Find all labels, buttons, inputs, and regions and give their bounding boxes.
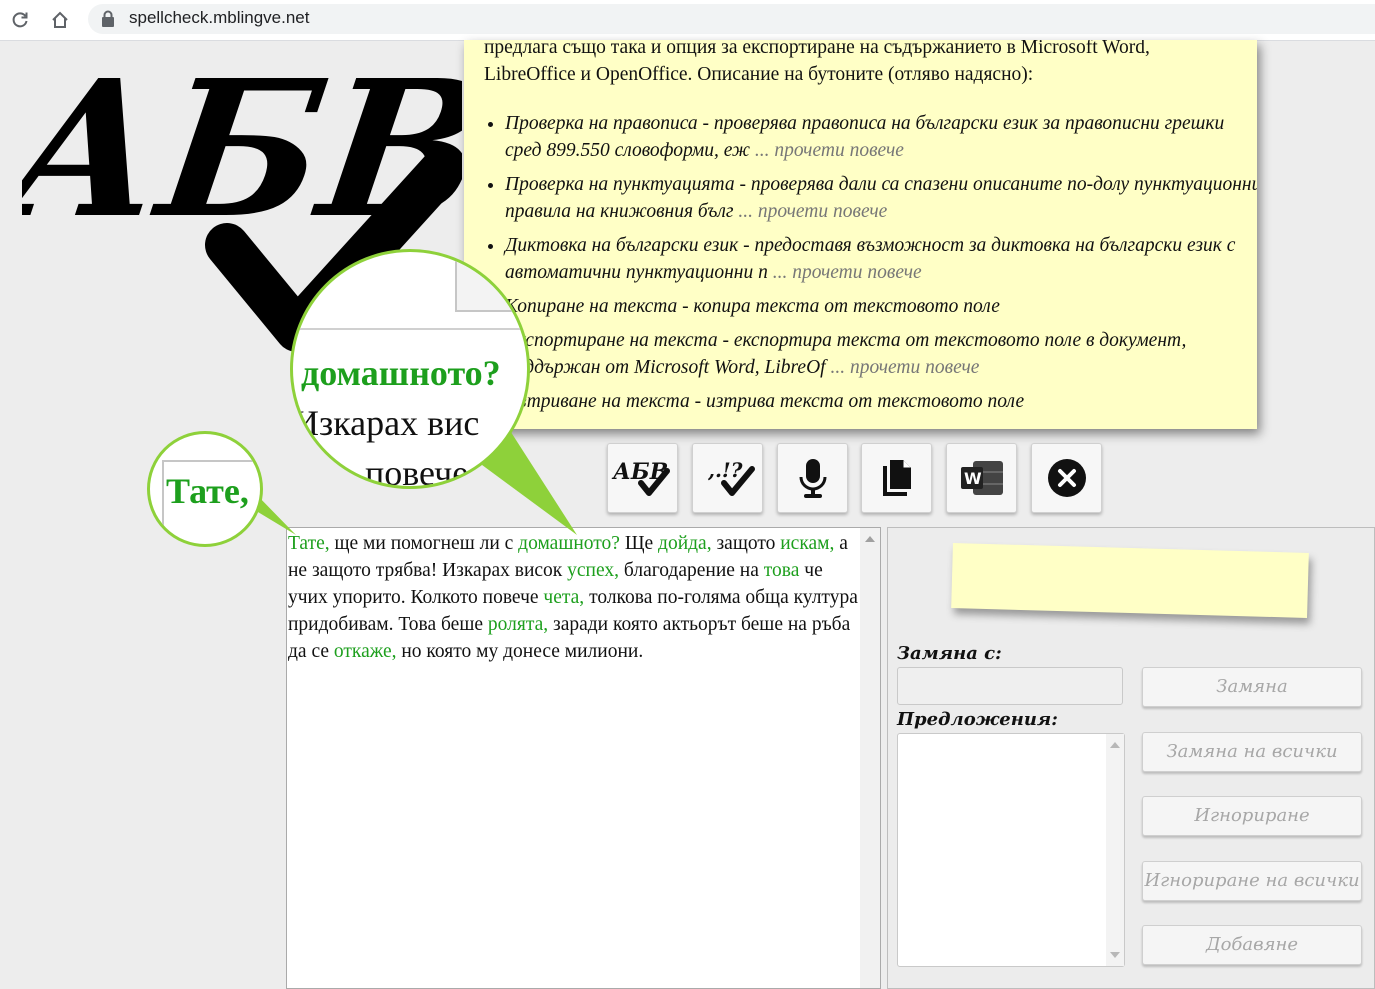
- read-more-link[interactable]: ... прочети повече: [755, 140, 904, 161]
- flagged-word[interactable]: чета,: [543, 587, 584, 608]
- read-more-link[interactable]: ... прочети повече: [738, 201, 887, 222]
- help-panel: предлага също така и опция за експортира…: [464, 40, 1257, 429]
- help-list: Проверка на правописа - проверява правоп…: [484, 110, 1257, 422]
- flagged-word[interactable]: искам,: [780, 533, 834, 554]
- scroll-down-arrow-icon[interactable]: [1110, 952, 1120, 958]
- add-button[interactable]: Добавяне: [1142, 925, 1362, 965]
- read-more-link[interactable]: ... прочети повече: [773, 262, 922, 283]
- read-more-link[interactable]: ... прочети повече: [830, 357, 979, 378]
- magnified-border: [162, 460, 164, 544]
- replace-input[interactable]: [897, 667, 1123, 705]
- suggestions-list[interactable]: [897, 733, 1125, 967]
- flagged-word[interactable]: успех,: [567, 560, 619, 581]
- clear-icon: [1047, 459, 1086, 497]
- text-editor[interactable]: Тате, ще ми помогнеш ли с домашното? Ще …: [286, 527, 881, 989]
- punctuation-button[interactable]: ,.!?: [692, 443, 763, 513]
- reload-icon[interactable]: [8, 8, 32, 32]
- error-note: [951, 543, 1309, 618]
- flagged-word[interactable]: това: [764, 560, 800, 581]
- help-intro-line1: предлага също така и опция за експортира…: [484, 40, 1150, 58]
- clear-button[interactable]: [1031, 443, 1102, 513]
- magnified-border: [162, 460, 260, 462]
- help-item: Изтриване на текста - изтрива текста от …: [505, 388, 1257, 415]
- help-item: Експортиране на текста - експортира текс…: [505, 327, 1257, 381]
- replace-button[interactable]: Замяна: [1142, 667, 1362, 707]
- suggestions-label: Предложения:: [897, 709, 1058, 730]
- editor-content[interactable]: Тате, ще ми помогнеш ли с домашното? Ще …: [288, 530, 858, 665]
- help-intro: предлага също така и опция за експортира…: [484, 40, 1244, 88]
- ignore-button[interactable]: Игнориране: [1142, 796, 1362, 836]
- export-word-button[interactable]: W: [946, 443, 1017, 513]
- editor-text-run: благодарение на: [619, 560, 764, 581]
- replace-all-button[interactable]: Замяна на всички: [1142, 732, 1362, 772]
- correction-panel: Замяна с: Предложения: Замяна Замяна на …: [887, 527, 1375, 989]
- help-item: Диктовка на български език - предоставя …: [505, 232, 1257, 286]
- svg-text:W: W: [964, 469, 982, 488]
- copy-button[interactable]: [861, 443, 932, 513]
- copy-icon: [882, 460, 911, 496]
- flagged-word[interactable]: домашното?: [518, 533, 620, 554]
- ignore-all-button[interactable]: Игнориране на всички: [1142, 861, 1362, 901]
- magnifier-large: домашното? Изкарах вис повече: [290, 249, 530, 489]
- flagged-word[interactable]: откаже,: [334, 641, 397, 662]
- editor-text-run: Ще: [619, 533, 659, 554]
- magnifier-small: Тате,: [147, 431, 263, 547]
- scroll-up-arrow-icon[interactable]: [1110, 742, 1120, 748]
- editor-scrollbar[interactable]: [860, 528, 880, 988]
- dictation-button[interactable]: [777, 443, 848, 513]
- word-export-icon: W: [960, 461, 1003, 495]
- magnified-toolbar-corner: [455, 252, 527, 312]
- editor-text-run: но която му донесе милиони.: [396, 641, 644, 662]
- flagged-word[interactable]: дойда,: [658, 533, 712, 554]
- punctuation-icon: ,.!?: [707, 458, 755, 496]
- magnified-border: [293, 328, 527, 330]
- home-icon[interactable]: [48, 8, 72, 32]
- url-text[interactable]: spellcheck.mblingve.net: [129, 8, 309, 28]
- flagged-word[interactable]: Тате,: [288, 533, 330, 554]
- svg-text:,.!?: ,.!?: [707, 458, 743, 482]
- microphone-icon: [799, 459, 826, 498]
- spellcheck-button[interactable]: АБВ: [607, 443, 678, 513]
- editor-text-run: ще ми помогнеш ли с: [329, 533, 519, 554]
- flagged-word[interactable]: ролята,: [488, 614, 548, 635]
- spellcheck-icon: АБВ: [611, 459, 670, 496]
- replace-label: Замяна с:: [897, 643, 1002, 664]
- help-item: Проверка на правописа - проверява правоп…: [505, 110, 1257, 164]
- help-item: Копиране на текста - копира текста от те…: [505, 293, 1257, 320]
- scroll-up-arrow-icon[interactable]: [865, 536, 875, 542]
- help-item: Проверка на пунктуацията - проверява дал…: [505, 171, 1257, 225]
- magnified-line: повече: [365, 453, 469, 489]
- magnified-word: Тате,: [166, 471, 249, 511]
- suggestions-scrollbar[interactable]: [1106, 734, 1124, 966]
- magnified-word: домашното?: [301, 353, 501, 393]
- help-intro-line2: LibreOffice и OpenOffice. Описание на бу…: [484, 64, 1034, 85]
- editor-text-run: защото: [711, 533, 781, 554]
- magnified-line: Изкарах вис: [293, 403, 480, 443]
